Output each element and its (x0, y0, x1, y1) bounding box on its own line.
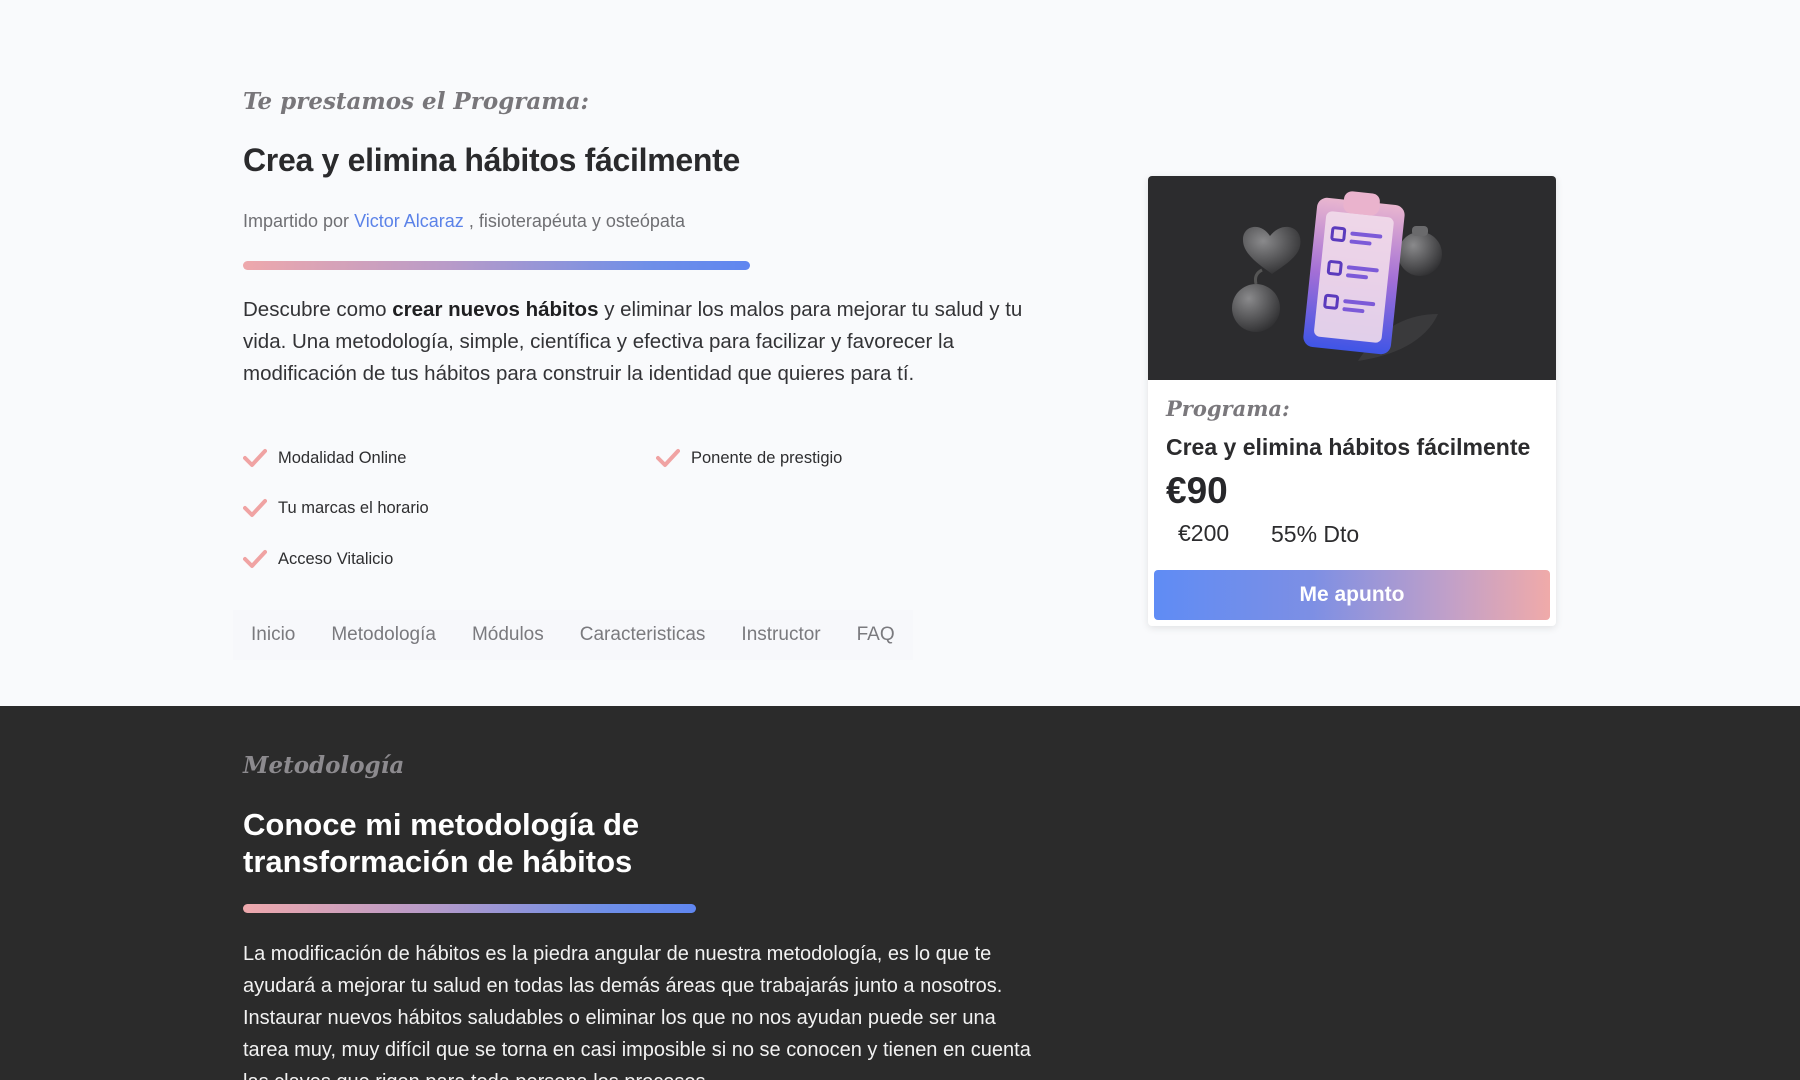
card-eyebrow: Programa: (1166, 396, 1290, 421)
gradient-divider (243, 261, 750, 270)
tab-inicio[interactable]: Inicio (233, 624, 313, 646)
check-icon (243, 449, 267, 467)
check-icon (656, 449, 680, 467)
feature-item: Tu marcas el horario (243, 497, 429, 519)
feature-label: Tu marcas el horario (278, 498, 429, 517)
feature-label: Ponente de prestigio (691, 448, 843, 467)
discount-badge: 55% Dto (1271, 521, 1360, 547)
tab-metodologia[interactable]: Metodología (313, 624, 454, 646)
section-tabs: Inicio Metodología Módulos Caracteristic… (233, 610, 913, 660)
feature-item: Ponente de prestigio (656, 447, 842, 469)
page-title: Crea y elimina hábitos fácilmente (243, 142, 740, 178)
feature-item: Modalidad Online (243, 447, 406, 469)
feature-label: Modalidad Online (278, 448, 407, 467)
tab-instructor[interactable]: Instructor (723, 624, 838, 646)
methodology-section: Metodología Conoce mi metodología de tra… (0, 706, 1800, 1080)
instructor-byline: Impartido por Victor Alcaraz , fisiotera… (243, 211, 685, 232)
tab-caracteristicas[interactable]: Caracteristicas (562, 624, 724, 646)
methodology-title: Conoce mi metodología de transformación … (243, 807, 640, 879)
tab-modulos[interactable]: Módulos (454, 624, 562, 646)
intro-text-start: Descubre como (243, 298, 387, 321)
gradient-divider (243, 904, 696, 913)
instructor-link[interactable]: Victor Alcaraz (354, 211, 464, 231)
feature-label: Acceso Vitalicio (278, 549, 394, 568)
enroll-button[interactable]: Me apunto (1154, 570, 1550, 620)
card-title: Crea y elimina hábitos fácilmente (1166, 434, 1531, 460)
check-icon (243, 499, 267, 517)
program-image (1148, 176, 1556, 380)
feature-item: Acceso Vitalicio (243, 548, 393, 570)
methodology-text: La modificación de hábitos es la piedra … (243, 943, 1031, 1080)
original-price: €200 (1178, 520, 1230, 546)
byline-suffix: , fisioterapéuta y osteópata (468, 211, 685, 231)
pricing-card: Programa: Crea y elimina hábitos fácilme… (1148, 176, 1556, 626)
tab-faq[interactable]: FAQ (839, 624, 913, 646)
program-eyebrow: Te prestamos el Programa: (243, 88, 590, 115)
habit-checklist-illustration (1232, 191, 1442, 361)
current-price: €90 (1166, 470, 1228, 511)
methodology-eyebrow: Metodología (243, 752, 405, 779)
intro-paragraph: Descubre como crear nuevos hábitos y eli… (243, 294, 1043, 390)
hero-section: Te prestamos el Programa: Crea y elimina… (0, 0, 1800, 706)
check-icon (243, 550, 267, 568)
feature-list: Modalidad Online Tu marcas el horario Ac… (243, 447, 903, 577)
byline-prefix: Impartido por (243, 211, 350, 231)
intro-highlight: crear nuevos hábitos (392, 298, 599, 321)
